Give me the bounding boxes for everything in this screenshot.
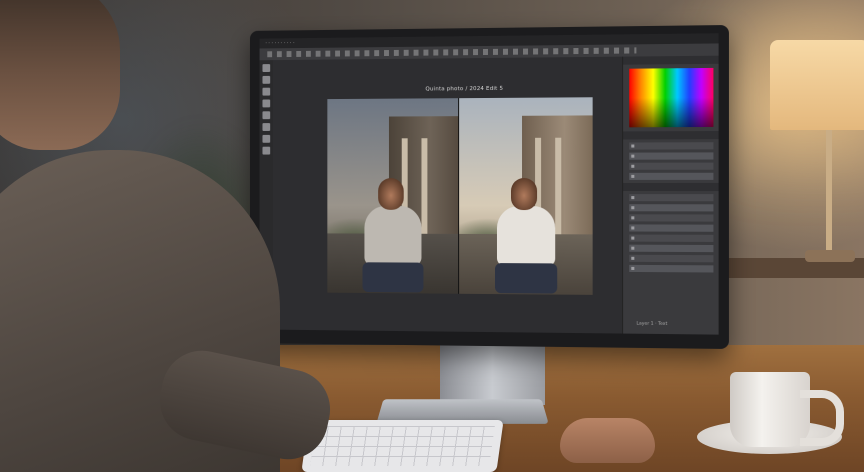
status-bar: Layer 1 · Text	[636, 322, 667, 327]
hand-on-mouse	[560, 418, 655, 463]
properties-panel-tab	[623, 131, 718, 139]
woman-figure	[364, 206, 421, 266]
layer-row	[629, 214, 713, 221]
panel-row	[629, 142, 713, 149]
monitor: · · · · · · · · · · Quinta photo / 2024 …	[250, 25, 729, 349]
column	[421, 138, 427, 238]
coffee-cup	[730, 372, 810, 447]
monitor-screen: · · · · · · · · · · Quinta photo / 2024 …	[260, 33, 719, 334]
person-foreground	[0, 0, 290, 472]
woman-legs	[362, 262, 423, 292]
options-bar-icons	[267, 47, 636, 57]
color-panel-tab	[623, 56, 718, 65]
layer-row	[629, 224, 713, 231]
document-title: Quinta photo / 2024 Edit 5	[425, 86, 503, 93]
before-photo	[327, 98, 458, 294]
lamp-base	[805, 250, 855, 262]
keyboard-keys	[310, 426, 495, 466]
right-panels	[622, 56, 718, 335]
woman-head	[511, 178, 537, 210]
column	[555, 138, 561, 239]
woman-legs	[495, 263, 557, 294]
cup-handle	[800, 390, 844, 446]
lamp-pole	[826, 130, 832, 260]
person-head	[0, 0, 120, 150]
layer-row	[629, 255, 713, 263]
panel-row	[629, 163, 713, 170]
panel-row	[629, 173, 713, 180]
layer-row	[629, 265, 713, 273]
layers-panel-tab	[623, 183, 718, 191]
layer-row	[629, 235, 713, 242]
layer-row	[629, 204, 713, 211]
keyboard	[301, 420, 503, 472]
canvas-area: Quinta photo / 2024 Edit 5	[273, 57, 622, 334]
layer-row	[629, 194, 713, 201]
after-photo	[459, 97, 593, 295]
lamp-shade	[770, 40, 864, 130]
layer-row	[629, 245, 713, 252]
woman-figure	[497, 206, 555, 266]
woman-head	[378, 178, 404, 210]
panel-row	[629, 152, 713, 159]
color-spectrum	[629, 68, 713, 127]
photo-scene: · · · · · · · · · · Quinta photo / 2024 …	[0, 0, 864, 472]
